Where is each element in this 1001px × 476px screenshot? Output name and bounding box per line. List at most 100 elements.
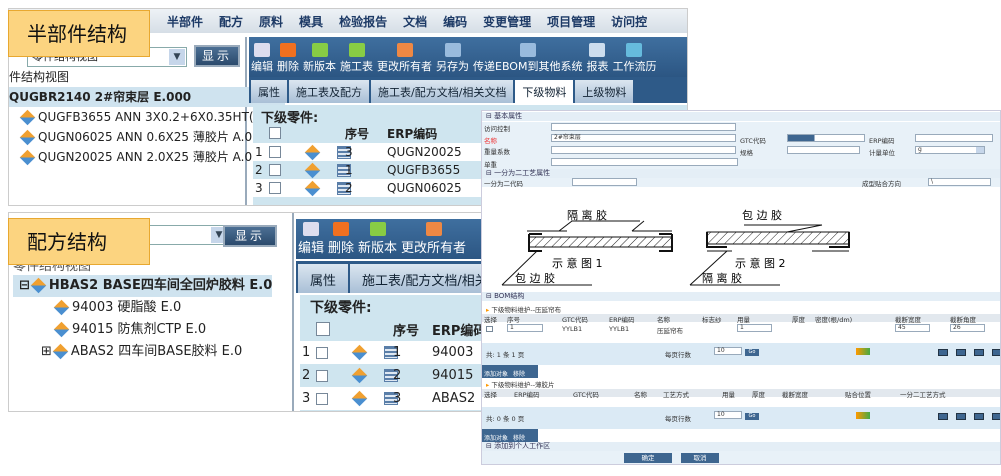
transfer-ebom-button[interactable]: 传递EBOM到其他系统: [473, 43, 582, 74]
part-icon[interactable]: [351, 344, 368, 361]
construction-sheet-button[interactable]: 施工表: [340, 43, 373, 74]
row-checkbox[interactable]: [269, 164, 281, 176]
seq-input[interactable]: 1: [507, 324, 543, 332]
save-as-button[interactable]: 另存为: [436, 43, 469, 74]
last-page-button[interactable]: [992, 413, 1000, 420]
tab-attributes[interactable]: 属性: [298, 264, 349, 293]
first-page-button[interactable]: [938, 349, 948, 356]
tab-documents[interactable]: 施工表/配方文档/相关: [350, 264, 485, 293]
change-owner-button[interactable]: 更改所有者: [401, 222, 466, 256]
go-button[interactable]: Go: [745, 413, 759, 420]
part-icon[interactable]: [304, 144, 321, 160]
tree-item[interactable]: 94015 防焦剂CTP E.0: [13, 319, 272, 341]
nav-item[interactable]: 编码: [443, 13, 467, 30]
tree-item[interactable]: 94003 硬脂酸 E.0: [13, 297, 272, 319]
go-button[interactable]: Go: [745, 349, 759, 356]
show-button[interactable]: 显示: [223, 225, 277, 247]
edit-button[interactable]: 编辑: [298, 222, 324, 256]
add-object-button[interactable]: 添加对象: [484, 433, 508, 442]
workflow-history-button[interactable]: 工作流历: [612, 43, 656, 74]
next-page-button[interactable]: [974, 349, 984, 356]
show-button[interactable]: 显示: [194, 45, 240, 67]
part-icon[interactable]: [351, 390, 368, 407]
delete-button[interactable]: 删除: [277, 43, 299, 74]
edit-button[interactable]: 编辑: [251, 43, 273, 74]
nav-item[interactable]: 配方: [219, 13, 243, 30]
split-section-header[interactable]: ⊟ 一分为二工艺属性: [482, 169, 1000, 178]
split-code-input[interactable]: [572, 178, 637, 186]
add-object-button[interactable]: 添加对象: [484, 369, 508, 378]
nav-item[interactable]: 访问控: [611, 13, 647, 30]
nav-item[interactable]: 项目管理: [547, 13, 595, 30]
erp-input[interactable]: [915, 134, 993, 142]
nav-item[interactable]: 半部件: [167, 13, 203, 30]
table-row[interactable]: 2 2 94015: [300, 364, 485, 387]
tab-attributes[interactable]: 属性: [251, 80, 287, 103]
select-all-checkbox[interactable]: [316, 322, 330, 336]
weight-coef-input[interactable]: [551, 146, 736, 154]
new-version-button[interactable]: 新版本: [303, 43, 336, 74]
prev-page-button[interactable]: [956, 349, 966, 356]
tab-documents[interactable]: 施工表/配方文档/相关文档: [371, 80, 514, 103]
tree-item[interactable]: QUGFB3655 ANN 3X0.2+6X0.35HT(55) 1: [9, 107, 285, 127]
row-checkbox[interactable]: [316, 346, 328, 359]
single-weight-input[interactable]: [551, 158, 738, 166]
table-row[interactable]: 3 3 ABAS2: [300, 387, 485, 410]
cancel-button[interactable]: 取消: [681, 453, 719, 463]
part-icon[interactable]: [304, 162, 321, 178]
access-input[interactable]: [551, 123, 736, 131]
tree-item[interactable]: ⊞ ABAS2 四车间BASE胶料 E.0: [13, 341, 272, 363]
row-checkbox[interactable]: [316, 369, 328, 382]
nav-item[interactable]: 文档: [403, 13, 427, 30]
select-all-checkbox[interactable]: [269, 127, 281, 139]
table-row[interactable]: 1 1 94003: [300, 341, 485, 364]
nav-item[interactable]: 检验报告: [339, 13, 387, 30]
export-excel-icon[interactable]: [856, 348, 870, 355]
part-icon[interactable]: [304, 180, 321, 196]
tab-parent-materials[interactable]: 上级物料: [575, 80, 634, 103]
nav-item[interactable]: 原料: [259, 13, 283, 30]
tree-root[interactable]: QUGBR2140 2#帘束层 E.000: [9, 87, 285, 107]
ok-button[interactable]: 确定: [624, 453, 672, 463]
rows-per-page-input[interactable]: 10: [714, 411, 742, 419]
expand-icon[interactable]: ⊞: [41, 344, 52, 359]
spec-input[interactable]: [787, 146, 860, 154]
prev-page-button[interactable]: [956, 413, 966, 420]
nav-item[interactable]: 变更管理: [483, 13, 531, 30]
new-version-icon: [311, 43, 328, 57]
view-select[interactable]: 零件结构视图▼: [149, 225, 229, 245]
tree-root[interactable]: ⊟ HBAS2 BASE四车间全回炉胶料 E.0: [13, 275, 273, 297]
part-icon[interactable]: [351, 367, 368, 384]
delete-button[interactable]: 删除: [328, 222, 354, 256]
nav-item[interactable]: 模具: [299, 13, 323, 30]
cut-width-input[interactable]: 45: [895, 324, 930, 332]
remove-button[interactable]: 移除: [513, 433, 525, 442]
tab-child-materials[interactable]: 下级物料: [515, 80, 574, 103]
tab-construction[interactable]: 施工表及配方: [289, 80, 369, 103]
report-button[interactable]: 报表: [586, 43, 608, 74]
row-checkbox[interactable]: [486, 326, 493, 332]
row-checkbox[interactable]: [269, 182, 281, 194]
unit-select[interactable]: g: [915, 146, 985, 154]
first-page-button[interactable]: [938, 413, 948, 420]
cut-angle-input[interactable]: 26: [950, 324, 985, 332]
row-checkbox[interactable]: [316, 392, 328, 405]
remove-button[interactable]: 移除: [513, 369, 525, 378]
name-input[interactable]: 2#帘束层: [551, 134, 736, 142]
export-excel-icon[interactable]: [856, 412, 870, 419]
workspace-section-header[interactable]: ⊟ 添加到个人工作区: [482, 442, 1000, 451]
collapse-icon[interactable]: ⊟: [19, 278, 30, 293]
change-owner-button[interactable]: 更改所有者: [377, 43, 432, 74]
qty-input[interactable]: 1: [737, 324, 772, 332]
mold-direction-select[interactable]: \: [928, 178, 991, 186]
tree-item[interactable]: QUGN06025 ANN 0.6X25 薄胶片 A.0: [9, 127, 285, 147]
gtc-input[interactable]: [787, 134, 865, 142]
last-page-button[interactable]: [992, 349, 1000, 356]
new-version-button[interactable]: 新版本: [358, 222, 397, 256]
bom-section-header[interactable]: ⊟ BOM结构: [482, 292, 1000, 301]
basic-section-header[interactable]: ⊟ 基本属性: [482, 112, 1000, 121]
row-checkbox[interactable]: [269, 146, 281, 158]
rows-per-page-input[interactable]: 10: [714, 347, 742, 355]
next-page-button[interactable]: [974, 413, 984, 420]
tree-item[interactable]: QUGN20025 ANN 2.0X25 薄胶片 A.0: [9, 147, 285, 167]
